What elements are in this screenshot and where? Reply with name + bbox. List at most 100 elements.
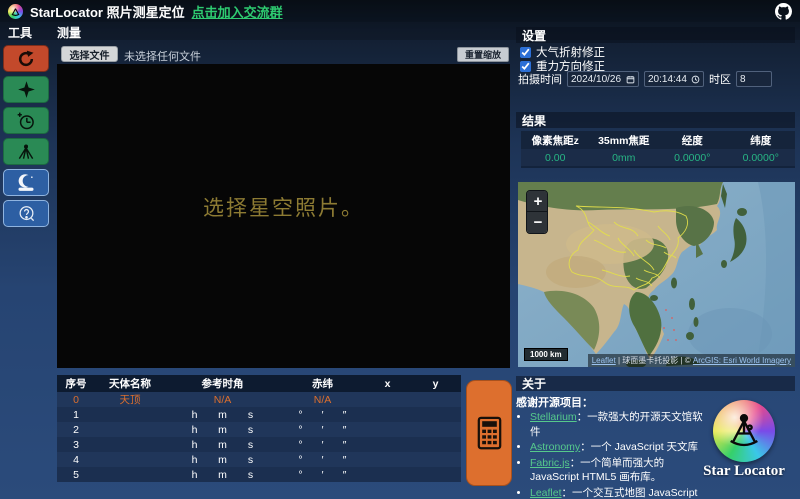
canvas-placeholder-text: 选择星空照片。 bbox=[203, 196, 364, 220]
table-row: 3 hms ° ′ ″ bbox=[57, 437, 461, 452]
settings-section-title: 设置 bbox=[516, 27, 795, 43]
results-value-row: 0.00 0mm 0.0000° 0.0000° bbox=[521, 149, 795, 168]
page-title: StarLocator 照片测星定位 bbox=[30, 4, 185, 20]
list-item: Fabric.js：一个简单而强大的 JavaScript HTML5 画布库。 bbox=[530, 456, 710, 485]
table-row: 2 hms ° ′ ″ bbox=[57, 422, 461, 437]
map-scale-label: 1000 km bbox=[524, 348, 568, 361]
tripod-icon bbox=[18, 144, 34, 159]
open-source-list: Stellarium：一款强大的开源天文馆软件 Astronomy：一个 Jav… bbox=[530, 410, 710, 499]
declination-cell[interactable]: ° ′ ″ bbox=[280, 439, 365, 451]
rotate-tool-button[interactable] bbox=[3, 45, 49, 72]
stellarium-link[interactable]: Stellarium bbox=[530, 411, 577, 423]
rotate-icon bbox=[18, 50, 34, 66]
logo-caption: Star Locator bbox=[703, 463, 785, 479]
clock-star-icon bbox=[17, 112, 34, 129]
list-item: Astronomy：一个 JavaScript 天文库 bbox=[530, 440, 710, 455]
map-imagery bbox=[518, 182, 795, 367]
col-y: y bbox=[432, 377, 439, 390]
map-zoom-in-button[interactable]: + bbox=[527, 191, 547, 212]
col-index: 序号 bbox=[65, 378, 87, 390]
time-value-field[interactable] bbox=[648, 73, 688, 85]
location-map[interactable]: + − 1000 km Leaflet | 球面墨卡托投影 | © ArcGIS… bbox=[518, 182, 795, 367]
about-section-title: 关于 bbox=[516, 376, 795, 391]
sextant-icon bbox=[730, 414, 758, 447]
col-hour-angle: 参考时角 bbox=[201, 378, 244, 390]
declination-cell[interactable]: ° ′ ″ bbox=[280, 424, 365, 436]
join-group-link[interactable]: 点击加入交流群 bbox=[192, 2, 283, 21]
tool-sidebar bbox=[3, 45, 50, 227]
shoot-time-row: 拍摄时间 时区 bbox=[518, 71, 795, 87]
star-table: 序号 天体名称 参考时角 赤纬 x y 0 天顶 N/A N/A 1 hms °… bbox=[57, 375, 461, 482]
leaflet-link[interactable]: Leaflet bbox=[530, 487, 562, 499]
refraction-checkbox[interactable] bbox=[520, 46, 531, 58]
declination-cell[interactable]: ° ′ ″ bbox=[280, 454, 365, 466]
photo-canvas[interactable]: 选择星空照片。 bbox=[57, 64, 510, 368]
fabricjs-link[interactable]: Fabric.js bbox=[530, 457, 570, 469]
declination-cell[interactable]: ° ′ ″ bbox=[280, 409, 365, 421]
results-header-row: 像素焦距z 35mm焦距 经度 纬度 bbox=[521, 131, 795, 149]
shoot-time-label: 拍摄时间 bbox=[518, 74, 562, 86]
list-item: Stellarium：一款强大的开源天文馆软件 bbox=[530, 410, 710, 439]
hour-angle-cell[interactable]: hms bbox=[165, 424, 280, 436]
help-button[interactable] bbox=[3, 200, 49, 227]
date-value-field[interactable] bbox=[571, 73, 623, 85]
astronomy-link[interactable]: Astronomy bbox=[530, 441, 580, 453]
table-row: 5 hms ° ′ ″ bbox=[57, 467, 461, 482]
github-icon[interactable] bbox=[775, 2, 792, 20]
app-header: StarLocator 照片测星定位 点击加入交流群 bbox=[0, 0, 800, 22]
table-row: 4 hms ° ′ ″ bbox=[57, 452, 461, 467]
star-table-header: 序号 天体名称 参考时角 赤纬 x y bbox=[57, 375, 461, 392]
moon-horizon-icon bbox=[18, 173, 34, 191]
help-face-icon bbox=[19, 206, 34, 222]
focal-35mm-value: 0mm bbox=[612, 151, 636, 164]
hour-angle-cell[interactable]: hms bbox=[165, 439, 280, 451]
focal-px-value: 0.00 bbox=[545, 151, 566, 164]
calculate-button[interactable] bbox=[466, 380, 512, 486]
leaflet-link[interactable]: Leaflet bbox=[592, 356, 616, 365]
col-x: x bbox=[384, 377, 391, 390]
latitude-value: 0.0000° bbox=[742, 151, 779, 164]
hour-angle-cell[interactable]: hms bbox=[165, 454, 280, 466]
timezone-label: 时区 bbox=[709, 74, 731, 86]
time-tool-button[interactable] bbox=[3, 107, 49, 134]
date-input[interactable] bbox=[567, 71, 639, 87]
choose-file-button[interactable]: 选择文件 bbox=[61, 46, 118, 62]
calculator-icon bbox=[477, 416, 501, 450]
night-mode-button[interactable] bbox=[3, 169, 49, 196]
tripod-tool-button[interactable] bbox=[3, 138, 49, 165]
calendar-icon bbox=[626, 75, 635, 83]
results-col-longitude: 经度 bbox=[681, 134, 703, 147]
map-attribution: Leaflet | 球面墨卡托投影 | © ArcGIS: Esri World… bbox=[587, 354, 795, 367]
clock-icon bbox=[691, 75, 700, 83]
results-col-focal-px: 像素焦距z bbox=[531, 134, 579, 147]
map-zoom-control: + − bbox=[526, 190, 548, 234]
timezone-input[interactable] bbox=[736, 71, 772, 87]
timezone-value-field[interactable] bbox=[740, 73, 768, 85]
esri-link[interactable]: ArcGIS: Esri World Imagery bbox=[693, 356, 791, 365]
list-item: Leaflet：一个交互式地图 JavaScript 库 bbox=[530, 486, 710, 499]
thanks-label: 感谢开源项目： bbox=[516, 397, 593, 409]
reset-zoom-button[interactable]: 重置缩放 bbox=[457, 47, 509, 62]
hour-angle-cell[interactable]: hms bbox=[165, 469, 280, 481]
results-table: 像素焦距z 35mm焦距 经度 纬度 0.00 0mm 0.0000° 0.00… bbox=[521, 131, 795, 168]
col-declination: 赤纬 bbox=[312, 378, 333, 390]
no-file-selected-text: 未选择任何文件 bbox=[124, 51, 201, 63]
tools-label: 工具 bbox=[8, 26, 33, 40]
star-icon bbox=[17, 81, 35, 98]
star-locator-logo bbox=[713, 400, 775, 462]
star-tool-button[interactable] bbox=[3, 76, 49, 103]
zenith-cell: 天顶 bbox=[119, 394, 141, 406]
map-zoom-out-button[interactable]: − bbox=[527, 212, 547, 233]
results-col-focal-35mm: 35mm焦距 bbox=[598, 134, 650, 147]
results-section-title: 结果 bbox=[516, 112, 795, 128]
hour-angle-cell[interactable]: hms bbox=[165, 409, 280, 421]
table-row: 0 天顶 N/A N/A bbox=[57, 392, 461, 407]
table-row: 1 hms ° ′ ″ bbox=[57, 407, 461, 422]
tab-measure[interactable]: 测量 bbox=[57, 24, 81, 41]
declination-cell[interactable]: ° ′ ″ bbox=[280, 469, 365, 481]
longitude-value: 0.0000° bbox=[674, 151, 711, 164]
time-input[interactable] bbox=[644, 71, 704, 87]
gravity-checkbox[interactable] bbox=[520, 60, 531, 72]
refraction-checkbox-row[interactable]: 大气折射修正 bbox=[520, 45, 605, 59]
results-col-latitude: 纬度 bbox=[750, 134, 772, 147]
